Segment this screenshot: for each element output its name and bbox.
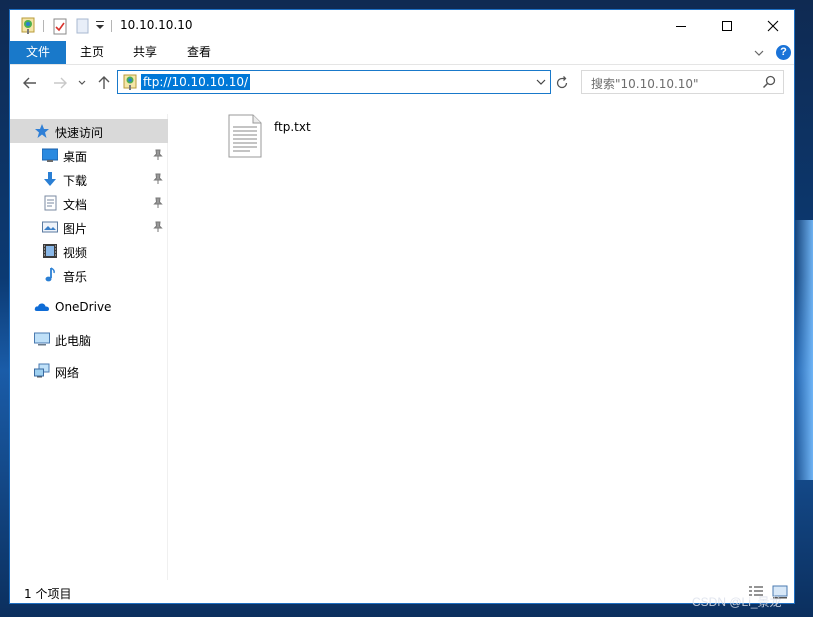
sidebar-item-documents[interactable]: 文档 bbox=[10, 191, 168, 215]
download-icon bbox=[42, 171, 58, 187]
title-bar: 10.10.10.10 bbox=[10, 10, 794, 41]
sidebar-item-label: OneDrive bbox=[55, 300, 112, 314]
star-icon bbox=[34, 123, 50, 139]
address-history-chevron-icon[interactable] bbox=[535, 76, 547, 88]
sidebar-item-videos[interactable]: 视频 bbox=[10, 239, 168, 263]
network-icon bbox=[34, 363, 50, 379]
arrow-up-icon bbox=[98, 76, 110, 89]
search-input[interactable]: 搜索"10.10.10.10" bbox=[591, 75, 699, 92]
close-icon bbox=[767, 20, 779, 31]
desktop-glow bbox=[793, 220, 813, 480]
sidebar-item-label: 桌面 bbox=[63, 150, 88, 164]
text-file-icon bbox=[228, 114, 262, 158]
refresh-icon[interactable] bbox=[554, 75, 570, 91]
tab-view[interactable]: 查看 bbox=[176, 41, 222, 64]
pin-icon[interactable] bbox=[153, 173, 163, 185]
explorer-window: 10.10.10.10 文件 主页 共享 查看 ? ftp://10.10.10… bbox=[9, 9, 795, 604]
pin-icon[interactable] bbox=[153, 197, 163, 209]
this-pc-icon bbox=[34, 331, 50, 347]
sidebar-item-pictures[interactable]: 图片 bbox=[10, 215, 168, 239]
ribbon-tabs: 文件 主页 共享 查看 ? bbox=[10, 41, 794, 64]
navigation-pane: 快速访问 桌面 下载 文档 图片 视频 音乐 OneDrive 此电脑 网络 bbox=[10, 114, 168, 580]
sidebar-item-this-pc[interactable]: 此电脑 bbox=[10, 327, 168, 351]
help-icon[interactable]: ? bbox=[776, 45, 791, 60]
forward-button[interactable] bbox=[50, 73, 70, 93]
properties-icon[interactable] bbox=[53, 17, 67, 35]
file-list-view: ftp.txt bbox=[170, 100, 794, 580]
file-name: ftp.txt bbox=[274, 120, 311, 134]
sidebar-item-label: 快速访问 bbox=[55, 126, 104, 140]
recent-locations-button[interactable] bbox=[76, 73, 88, 93]
arrow-left-icon bbox=[23, 77, 36, 89]
sidebar-item-downloads[interactable]: 下载 bbox=[10, 167, 168, 191]
sidebar-item-label: 视频 bbox=[63, 246, 88, 260]
customize-toolbar-chevron-icon[interactable] bbox=[95, 19, 105, 37]
maximize-icon bbox=[722, 20, 732, 31]
music-icon bbox=[42, 267, 58, 283]
desktop-icon bbox=[41, 147, 59, 163]
sidebar-item-onedrive[interactable]: OneDrive bbox=[10, 295, 168, 319]
sidebar-item-label: 下载 bbox=[63, 174, 88, 188]
navigation-bar: ftp://10.10.10.10/ 搜索"10.10.10.10" bbox=[10, 64, 794, 100]
new-folder-icon[interactable] bbox=[76, 17, 89, 35]
maximize-button[interactable] bbox=[704, 10, 750, 41]
file-item[interactable]: ftp.txt bbox=[228, 114, 348, 162]
pin-icon[interactable] bbox=[153, 221, 163, 233]
address-text[interactable]: ftp://10.10.10.10/ bbox=[141, 74, 251, 90]
sidebar-item-label: 文档 bbox=[63, 198, 88, 212]
onedrive-icon bbox=[34, 299, 50, 315]
watermark: CSDN @Li_景龙 bbox=[692, 595, 782, 609]
arrow-right-icon bbox=[54, 77, 67, 89]
tab-share[interactable]: 共享 bbox=[122, 41, 168, 64]
sidebar-item-music[interactable]: 音乐 bbox=[10, 263, 168, 287]
sidebar-item-quick-access[interactable]: 快速访问 bbox=[10, 119, 168, 143]
document-icon bbox=[42, 195, 58, 211]
chevron-down-icon bbox=[78, 80, 86, 85]
toolbar-separator bbox=[111, 20, 112, 32]
search-icon[interactable] bbox=[762, 75, 776, 89]
sidebar-item-label: 音乐 bbox=[63, 270, 88, 284]
minimize-button[interactable] bbox=[658, 10, 704, 41]
sidebar-item-label: 网络 bbox=[55, 366, 80, 380]
address-bar[interactable]: ftp://10.10.10.10/ bbox=[117, 70, 551, 94]
minimize-icon bbox=[676, 25, 686, 27]
pin-icon[interactable] bbox=[153, 149, 163, 161]
sidebar-item-label: 此电脑 bbox=[55, 334, 92, 348]
search-box[interactable]: 搜索"10.10.10.10" bbox=[581, 70, 784, 94]
up-button[interactable] bbox=[94, 73, 114, 93]
toolbar-separator bbox=[43, 20, 44, 32]
back-button[interactable] bbox=[20, 73, 40, 93]
window-title: 10.10.10.10 bbox=[120, 18, 193, 32]
tab-home[interactable]: 主页 bbox=[70, 41, 114, 64]
sidebar-item-network[interactable]: 网络 bbox=[10, 359, 168, 383]
pictures-icon bbox=[42, 219, 58, 235]
ftp-location-icon bbox=[122, 74, 138, 90]
video-icon bbox=[42, 243, 58, 259]
sidebar-item-label: 图片 bbox=[63, 222, 88, 236]
sidebar-item-desktop[interactable]: 桌面 bbox=[10, 143, 168, 167]
status-bar: 1 个项目 bbox=[10, 580, 794, 604]
tab-file[interactable]: 文件 bbox=[10, 41, 66, 64]
close-button[interactable] bbox=[750, 10, 796, 41]
expand-ribbon-chevron-icon[interactable] bbox=[752, 46, 766, 60]
ftp-location-icon[interactable] bbox=[20, 17, 36, 35]
item-count: 1 个项目 bbox=[24, 587, 72, 601]
